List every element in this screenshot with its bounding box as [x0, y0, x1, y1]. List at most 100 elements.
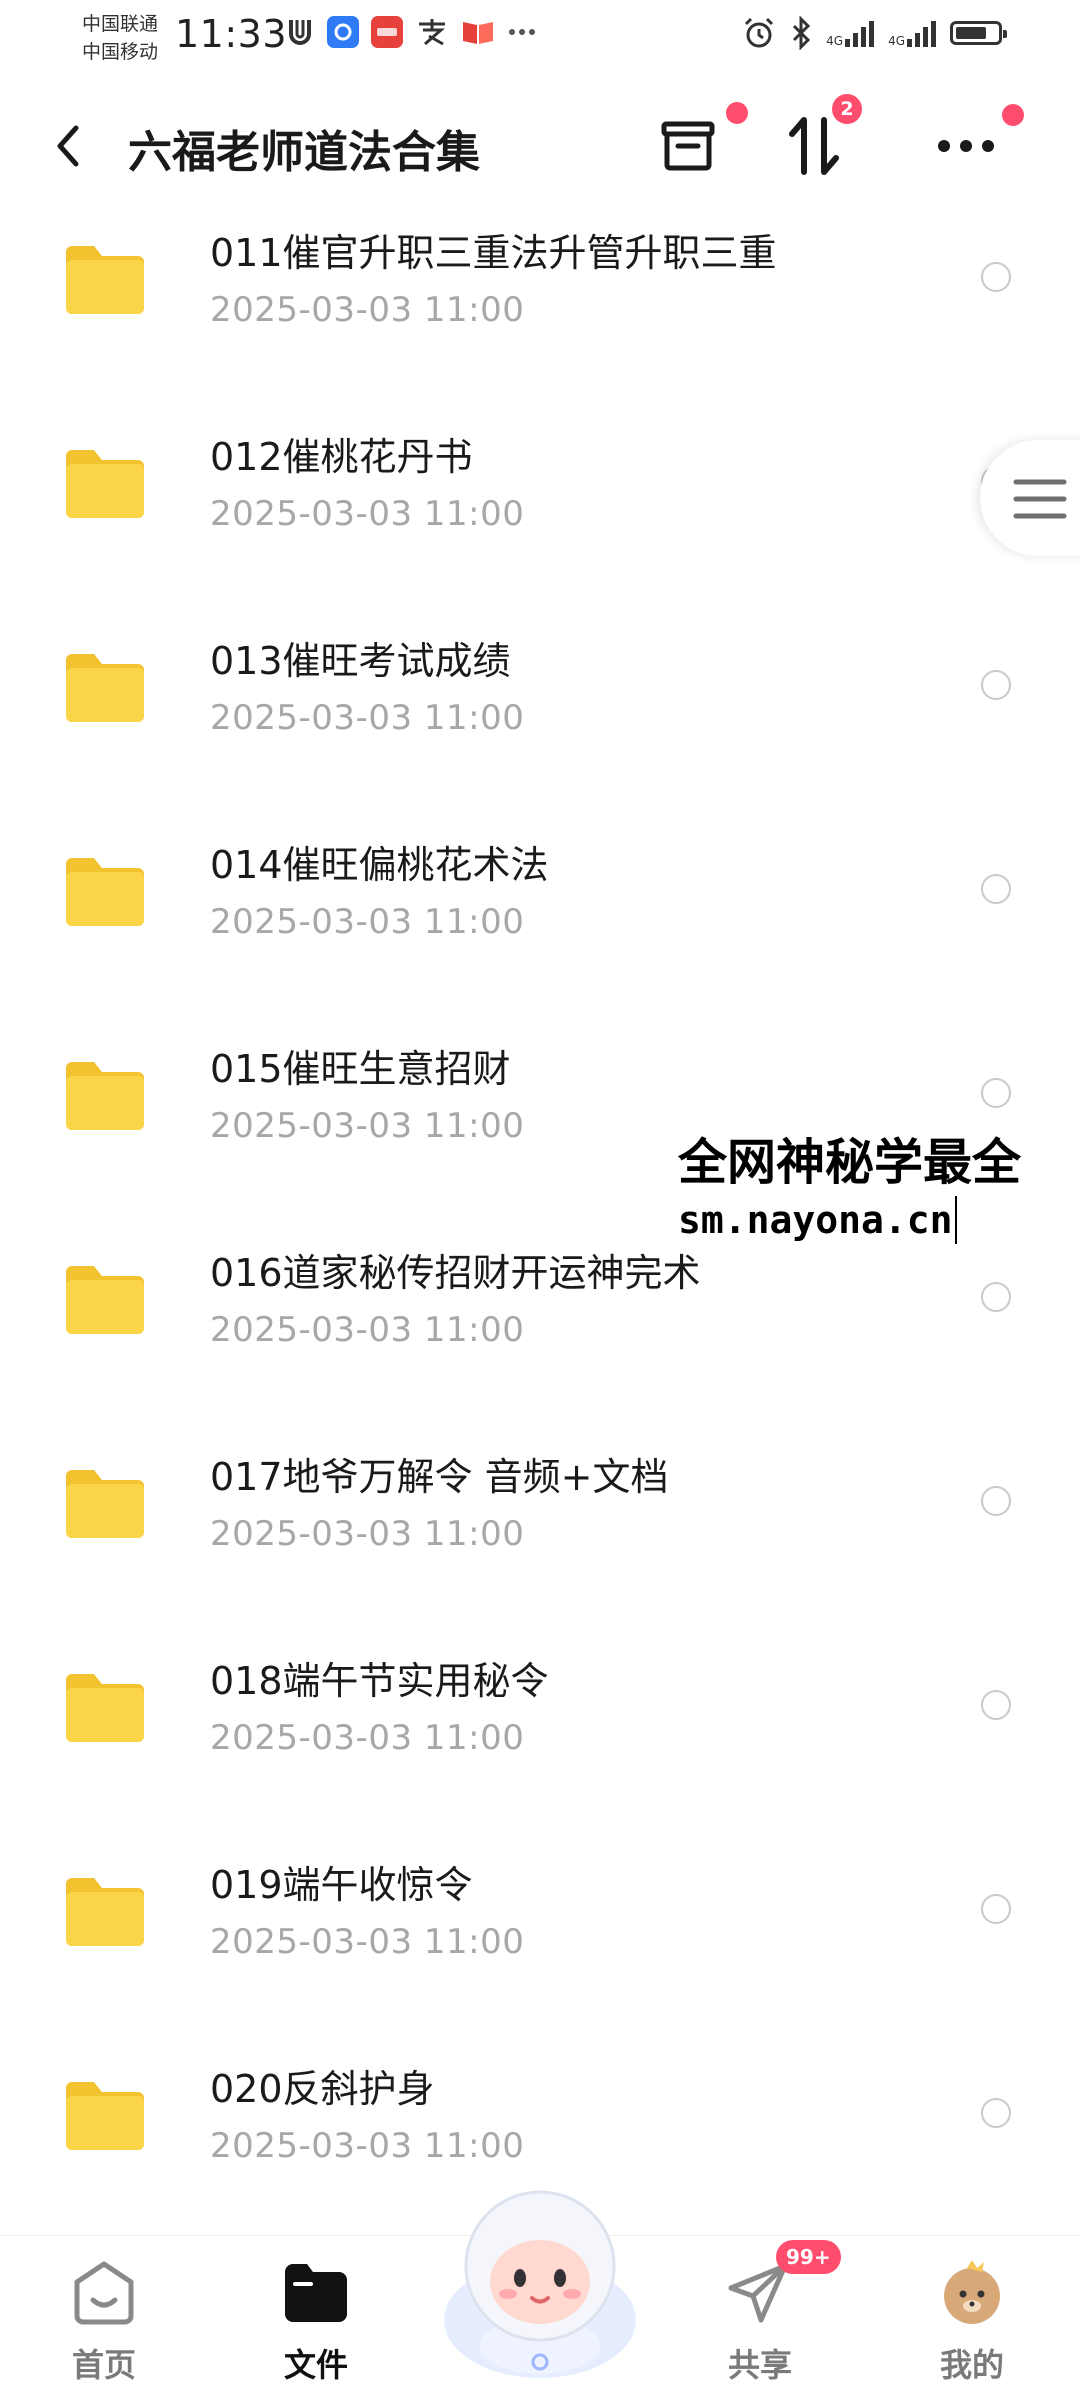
- file-date: 2025-03-03 11:00: [210, 1922, 525, 1962]
- select-checkbox[interactable]: [981, 1486, 1011, 1516]
- hamburger-icon: [1013, 479, 1067, 519]
- carrier-names: 中国联通 中国移动: [82, 10, 158, 66]
- signal-1: 4G: [826, 19, 875, 48]
- file-row[interactable]: 016道家秘传招财开运神完术 2025-03-03 11:00: [0, 1230, 1080, 1434]
- file-date: 2025-03-03 11:00: [210, 1514, 525, 1554]
- book-icon: [463, 22, 493, 44]
- select-checkbox[interactable]: [981, 1078, 1011, 1108]
- network-type-2: 4G: [888, 34, 905, 48]
- page-title: 六福老师道法合集: [128, 127, 480, 178]
- alipay-icon: [419, 19, 445, 46]
- select-checkbox[interactable]: [981, 1894, 1011, 1924]
- select-checkbox[interactable]: [981, 670, 1011, 700]
- u-shield-icon: [289, 20, 311, 45]
- select-checkbox[interactable]: [981, 874, 1011, 904]
- signal-2: 4G: [888, 19, 936, 47]
- archive-box-icon: [661, 121, 715, 171]
- more-dots-icon: [938, 140, 994, 152]
- watermark: 全网神秘学最全 sm.nayona.cn: [678, 1130, 1080, 1244]
- folder-icon: [66, 450, 144, 518]
- file-date: 2025-03-03 11:00: [210, 1106, 525, 1146]
- share-badge: 99+: [776, 2240, 841, 2274]
- nav-files-label: 文件: [283, 2346, 348, 2384]
- folder-icon: [66, 654, 144, 722]
- file-row[interactable]: 013催旺考试成绩 2025-03-03 11:00: [0, 618, 1080, 822]
- select-checkbox[interactable]: [981, 1690, 1011, 1720]
- carrier-2: 中国移动: [82, 41, 159, 63]
- file-date: 2025-03-03 11:00: [210, 902, 525, 942]
- file-row[interactable]: 012催桃花丹书 2025-03-03 11:00: [0, 414, 1080, 618]
- watermark-url: sm.nayona.cn: [678, 1196, 957, 1244]
- folder-icon: [66, 1674, 144, 1742]
- bluetooth-icon: [793, 16, 811, 50]
- sort-arrows-icon: [789, 117, 839, 175]
- more-notification-dot: [1002, 104, 1024, 126]
- folder-icon: [66, 2082, 144, 2150]
- file-date: 2025-03-03 11:00: [210, 1718, 525, 1758]
- nav-share[interactable]: 99+ 共享: [680, 2236, 841, 2400]
- file-date: 2025-03-03 11:00: [210, 2126, 525, 2166]
- folder-icon: [66, 1470, 144, 1538]
- home-icon: [74, 2261, 134, 2325]
- file-name: 016道家秘传招财开运神完术: [210, 1251, 701, 1295]
- file-name: 019端午收惊令: [210, 1863, 473, 1907]
- file-row[interactable]: 014催旺偏桃花术法 2025-03-03 11:00: [0, 822, 1080, 1026]
- nav-profile-label: 我的: [939, 2346, 1004, 2384]
- file-date: 2025-03-03 11:00: [210, 1310, 525, 1350]
- status-time: 11:33: [175, 12, 288, 56]
- system-icons: 4G 4G: [742, 16, 1007, 50]
- sort-button[interactable]: 2: [776, 94, 862, 184]
- bottom-nav: 首页 文件 99+ 共享 我的: [0, 2190, 1080, 2400]
- file-date: 2025-03-03 11:00: [210, 698, 525, 738]
- folder-icon: [66, 1062, 144, 1130]
- file-row[interactable]: 011催官升职三重法升管升职三重 2025-03-03 11:00: [0, 210, 1080, 414]
- select-checkbox[interactable]: [981, 2098, 1011, 2128]
- select-checkbox[interactable]: [981, 1282, 1011, 1312]
- signal-bars-1-icon: [845, 19, 875, 47]
- nav-home[interactable]: 首页: [24, 2236, 184, 2400]
- nav-files[interactable]: 文件: [236, 2236, 396, 2400]
- folder-icon: [66, 1266, 144, 1334]
- battery-icon: [950, 21, 1007, 45]
- folder-icon: [66, 1878, 144, 1946]
- file-name: 018端午节实用秘令: [210, 1659, 549, 1703]
- file-name: 011催官升职三重法升管升职三重: [210, 231, 777, 275]
- more-notifications-icon: [509, 29, 535, 35]
- carrier-1: 中国联通: [82, 13, 159, 35]
- avatar-icon: [944, 2260, 1000, 2324]
- file-row[interactable]: 019端午收惊令 2025-03-03 11:00: [0, 1842, 1080, 2046]
- file-row[interactable]: 017地爷万解令 音频+文档 2025-03-03 11:00: [0, 1434, 1080, 1638]
- file-name: 020反斜护身: [210, 2067, 435, 2111]
- file-name: 017地爷万解令 音频+文档: [210, 1455, 669, 1499]
- mascot-assistant-button[interactable]: [430, 2170, 650, 2380]
- network-type-1: 4G: [826, 34, 844, 48]
- folder-icon: [285, 2264, 347, 2322]
- archive-notification-dot: [726, 102, 748, 124]
- more-options-button[interactable]: [928, 104, 1024, 184]
- file-name: 012催桃花丹书: [210, 435, 473, 479]
- chevron-left-icon: [57, 125, 79, 167]
- blue-app-icon: [327, 16, 359, 48]
- file-row[interactable]: 018端午节实用秘令 2025-03-03 11:00: [0, 1638, 1080, 1842]
- file-name: 015催旺生意招财: [210, 1047, 511, 1091]
- notification-icons: [285, 16, 537, 48]
- file-name: 013催旺考试成绩: [210, 639, 511, 683]
- header: 六福老师道法合集 2: [0, 90, 1080, 200]
- archive-button[interactable]: [650, 102, 748, 184]
- file-date: 2025-03-03 11:00: [210, 494, 525, 534]
- mascot-icon: [444, 2190, 636, 2378]
- watermark-text: 全网神秘学最全: [678, 1134, 1022, 1191]
- folder-icon: [66, 858, 144, 926]
- nav-profile[interactable]: 我的: [892, 2236, 1052, 2400]
- huawei-app-icon: [371, 16, 403, 48]
- select-checkbox[interactable]: [981, 262, 1011, 292]
- signal-bars-2-icon: [907, 19, 936, 47]
- screen: 中国联通 中国移动 11:33 4G 4G 六福老师道法合集 2 011催官升职…: [0, 0, 1080, 2400]
- sort-badge: 2: [832, 94, 862, 124]
- folder-icon: [66, 246, 144, 314]
- nav-share-label: 共享: [727, 2346, 792, 2384]
- status-bar: 中国联通 中国移动 11:33 4G 4G: [0, 0, 1080, 72]
- file-date: 2025-03-03 11:00: [210, 290, 525, 330]
- back-button[interactable]: [46, 118, 94, 174]
- alarm-icon: [745, 17, 774, 48]
